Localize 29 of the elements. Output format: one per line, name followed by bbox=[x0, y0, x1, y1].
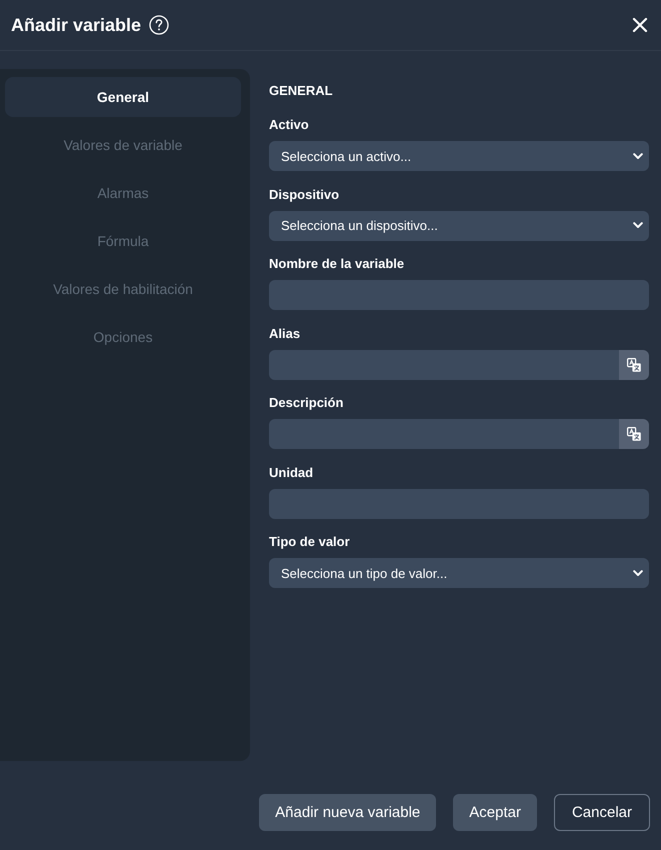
input-field[interactable] bbox=[269, 488, 649, 518]
close-icon[interactable] bbox=[632, 17, 648, 33]
select-field[interactable]: Selecciona un tipo de valor... bbox=[269, 558, 649, 588]
field-label: Dispositivo bbox=[269, 186, 340, 202]
select-field[interactable]: Selecciona un dispositivo... bbox=[269, 210, 649, 240]
translate-button[interactable] bbox=[619, 350, 649, 380]
sidebar-tab[interactable]: General bbox=[5, 77, 241, 117]
translate-icon bbox=[627, 427, 641, 441]
translate-icon bbox=[627, 358, 641, 372]
input-field[interactable] bbox=[269, 350, 619, 380]
dialog-title: Añadir variable bbox=[11, 14, 142, 36]
select-field[interactable]: Selecciona un activo... bbox=[269, 141, 649, 171]
help-icon[interactable] bbox=[149, 15, 170, 35]
add-button[interactable]: Añadir nueva variable bbox=[259, 794, 436, 831]
field-label: Descripción bbox=[269, 395, 344, 411]
accept-button[interactable]: Aceptar bbox=[453, 794, 537, 831]
translate-button[interactable] bbox=[619, 419, 649, 449]
chevron-icon bbox=[633, 152, 643, 160]
field-label: Tipo de valor bbox=[269, 534, 350, 550]
field-label: Activo bbox=[269, 117, 309, 133]
input-field[interactable] bbox=[269, 280, 649, 310]
field-label: Nombre de la variable bbox=[269, 256, 404, 272]
chevron-icon bbox=[633, 222, 643, 229]
input-field[interactable] bbox=[269, 419, 619, 449]
chevron-icon bbox=[633, 570, 643, 576]
section-heading: GENERAL bbox=[269, 83, 334, 99]
field-label: Unidad bbox=[269, 464, 314, 480]
field-label: Alias bbox=[269, 326, 300, 342]
cancel-button[interactable]: Cancelar bbox=[554, 794, 650, 831]
